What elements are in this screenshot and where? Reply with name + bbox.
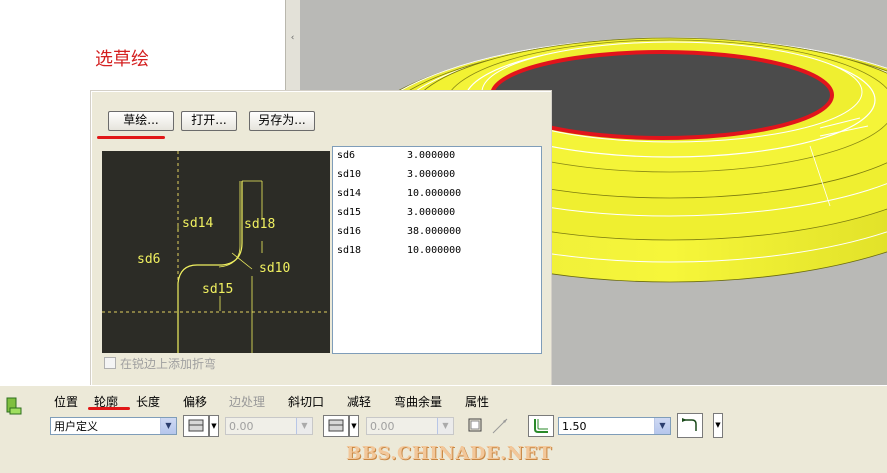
- end-condition-1-button[interactable]: [183, 415, 209, 437]
- param-name: sd14: [337, 188, 362, 199]
- end-condition-icon: [188, 419, 204, 432]
- add-bend-label: 在锐边上添加折弯: [120, 357, 217, 371]
- param-name: sd10: [337, 169, 362, 180]
- bend-options-dropdown[interactable]: ▼: [713, 413, 723, 438]
- chevron-down-icon[interactable]: ▼: [654, 418, 670, 434]
- save-as-button[interactable]: 另存为...: [249, 111, 315, 131]
- param-value: 38.000000: [407, 226, 462, 237]
- parameter-table: sd6 3.000000 sd10 3.000000 sd14 10.00000…: [332, 146, 542, 354]
- value-2-input[interactable]: 0.00 ▼: [366, 417, 454, 435]
- param-name: sd18: [337, 245, 362, 256]
- collapse-arrow-icon[interactable]: ‹: [288, 30, 297, 46]
- thickness-value: 1.50: [562, 420, 587, 433]
- end-condition-icon: [328, 419, 344, 432]
- highlight-underline: [88, 407, 130, 410]
- param-value: 3.000000: [407, 207, 456, 218]
- table-row[interactable]: sd16 38.000000: [337, 226, 537, 243]
- thickness-flip-button[interactable]: [528, 415, 554, 437]
- tab-offset[interactable]: 偏移: [183, 393, 207, 410]
- sketch-label-sd14: sd14: [182, 216, 213, 231]
- slant-line-icon[interactable]: [490, 417, 510, 435]
- end-condition-2-button[interactable]: [323, 415, 349, 437]
- param-value: 3.000000: [407, 169, 456, 180]
- profile-type-value: 用户定义: [54, 420, 98, 433]
- add-bend-checkbox[interactable]: 在锐边上添加折弯: [104, 355, 216, 372]
- flange-feature-icon: [6, 397, 22, 415]
- profile-type-select[interactable]: 用户定义 ▼: [50, 417, 177, 435]
- sketch-label-sd6: sd6: [137, 252, 160, 267]
- tab-location[interactable]: 位置: [54, 393, 78, 410]
- value-1-input[interactable]: 0.00 ▼: [225, 417, 313, 435]
- flip-icon[interactable]: [467, 417, 485, 435]
- bend-options-button[interactable]: [677, 413, 703, 438]
- profile-popup-panel: 草绘... 打开... 另存为... sd14 sd18 sd6 sd10 sd…: [90, 90, 552, 389]
- annotation-text: 选草绘: [95, 49, 149, 70]
- param-name: sd16: [337, 226, 362, 237]
- end-condition-2-dropdown[interactable]: ▼: [349, 415, 359, 437]
- thickness-input[interactable]: 1.50 ▼: [558, 417, 671, 435]
- chevron-down-icon[interactable]: ▼: [296, 418, 312, 434]
- param-name: sd15: [337, 207, 362, 218]
- tab-miter-cuts[interactable]: 斜切口: [288, 393, 324, 410]
- chevron-down-icon[interactable]: ▼: [437, 418, 453, 434]
- tab-bend-allowance[interactable]: 弯曲余量: [394, 393, 442, 410]
- table-row[interactable]: sd18 10.000000: [337, 245, 537, 262]
- table-row[interactable]: sd6 3.000000: [337, 150, 537, 167]
- tab-edge-treatment[interactable]: 边处理: [229, 393, 265, 410]
- sketch-label-sd15: sd15: [202, 282, 233, 297]
- sketch-button[interactable]: 草绘...: [108, 111, 174, 131]
- param-value: 10.000000: [407, 245, 462, 256]
- sketch-label-sd10: sd10: [259, 261, 290, 276]
- sketch-label-sd18: sd18: [244, 217, 275, 232]
- tab-properties[interactable]: 属性: [465, 393, 489, 410]
- chevron-down-icon[interactable]: ▼: [160, 418, 176, 434]
- checkbox-box[interactable]: [104, 357, 116, 369]
- sheetmetal-thickness-icon: [534, 419, 548, 433]
- open-button[interactable]: 打开...: [181, 111, 237, 131]
- sketch-preview: sd14 sd18 sd6 sd10 sd15: [102, 151, 330, 353]
- tab-relief[interactable]: 减轻: [347, 393, 371, 410]
- value-2-text: 0.00: [370, 420, 395, 433]
- bend-radius-icon: [682, 418, 697, 431]
- param-value: 3.000000: [407, 150, 456, 161]
- end-condition-1-dropdown[interactable]: ▼: [209, 415, 219, 437]
- table-row[interactable]: sd15 3.000000: [337, 207, 537, 224]
- value-1-text: 0.00: [229, 420, 254, 433]
- table-row[interactable]: sd10 3.000000: [337, 169, 537, 186]
- highlight-underline: [97, 136, 165, 139]
- tab-length[interactable]: 长度: [136, 393, 160, 410]
- table-row[interactable]: sd14 10.000000: [337, 188, 537, 205]
- param-name: sd6: [337, 150, 356, 161]
- watermark-text: BBS.CHINADE.NET: [346, 443, 552, 464]
- param-value: 10.000000: [407, 188, 462, 199]
